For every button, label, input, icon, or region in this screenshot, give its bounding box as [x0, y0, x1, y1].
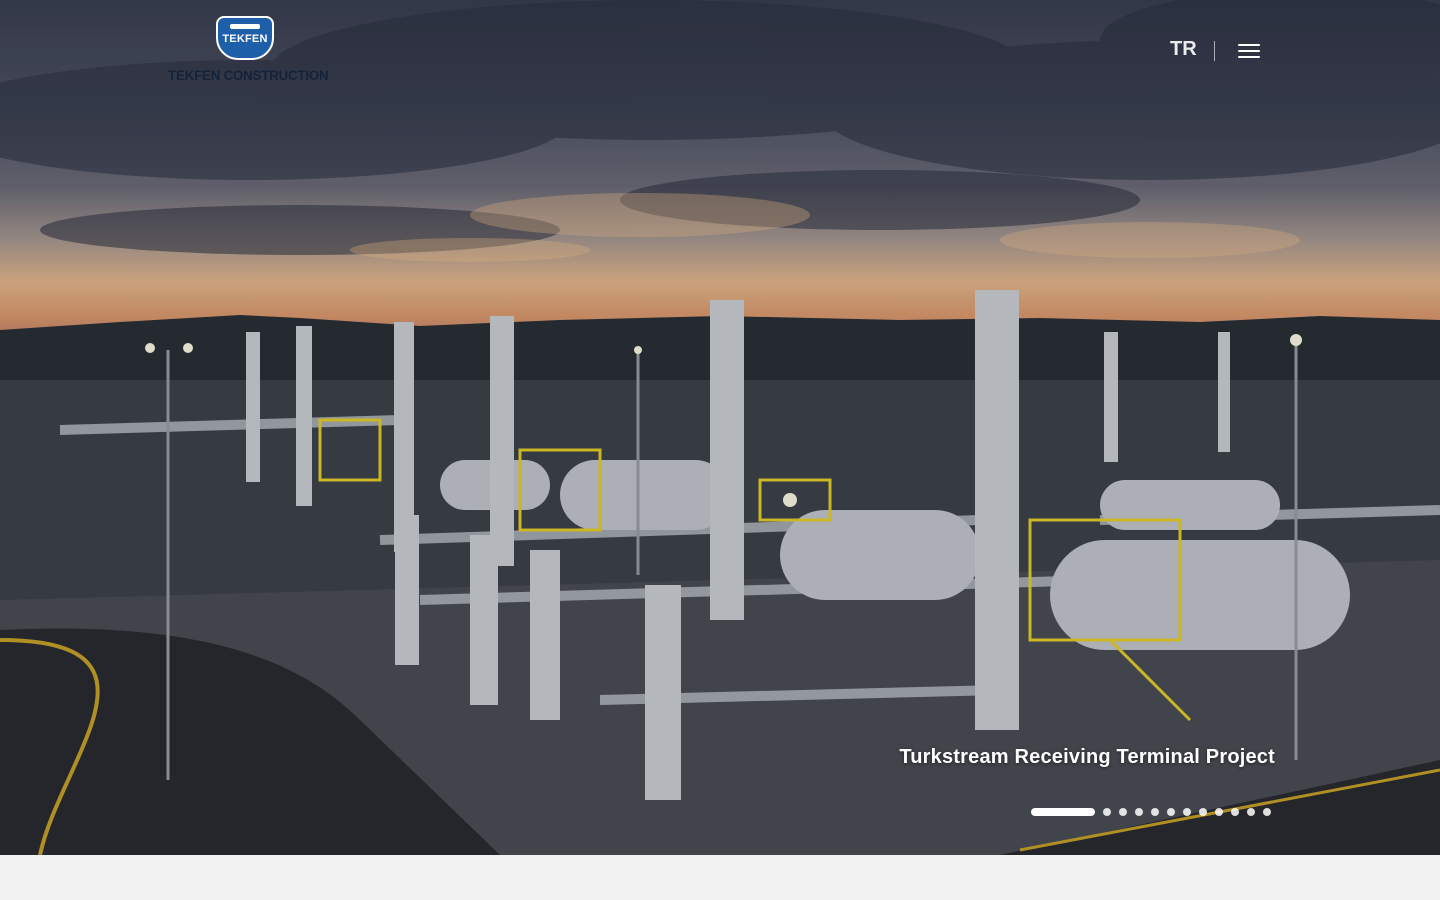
slider-dot[interactable] [1103, 808, 1111, 816]
page-content-start [0, 855, 1440, 900]
site-logo[interactable]: TEKFEN TEKFEN CONSTRUCTION [164, 16, 329, 84]
slider-dot[interactable] [1215, 808, 1223, 816]
logo-bar [230, 24, 260, 29]
logo-mark-text: TEKFEN [222, 33, 268, 45]
logo-wordmark: TEKFEN CONSTRUCTION [168, 67, 329, 83]
slider-dot[interactable] [1231, 808, 1239, 816]
slide-caption: Turkstream Receiving Terminal Project [899, 746, 1275, 768]
menu-button[interactable] [1236, 41, 1262, 61]
language-toggle[interactable]: TR [1170, 38, 1197, 61]
slider-dot[interactable] [1151, 808, 1159, 816]
hero-background-image [0, 0, 1440, 855]
slider-dot[interactable] [1167, 808, 1175, 816]
slider-dot[interactable] [1119, 808, 1127, 816]
slider-dot[interactable] [1199, 808, 1207, 816]
slider-pagination [1031, 808, 1271, 816]
slider-dot[interactable] [1183, 808, 1191, 816]
slider-dot[interactable] [1263, 808, 1271, 816]
slider-dot[interactable] [1247, 808, 1255, 816]
slider-dot[interactable] [1135, 808, 1143, 816]
header-divider [1214, 41, 1215, 61]
tekfen-logo-icon: TEKFEN [216, 16, 274, 60]
slider-dot-active[interactable] [1031, 808, 1095, 816]
hero-slider [0, 0, 1440, 855]
